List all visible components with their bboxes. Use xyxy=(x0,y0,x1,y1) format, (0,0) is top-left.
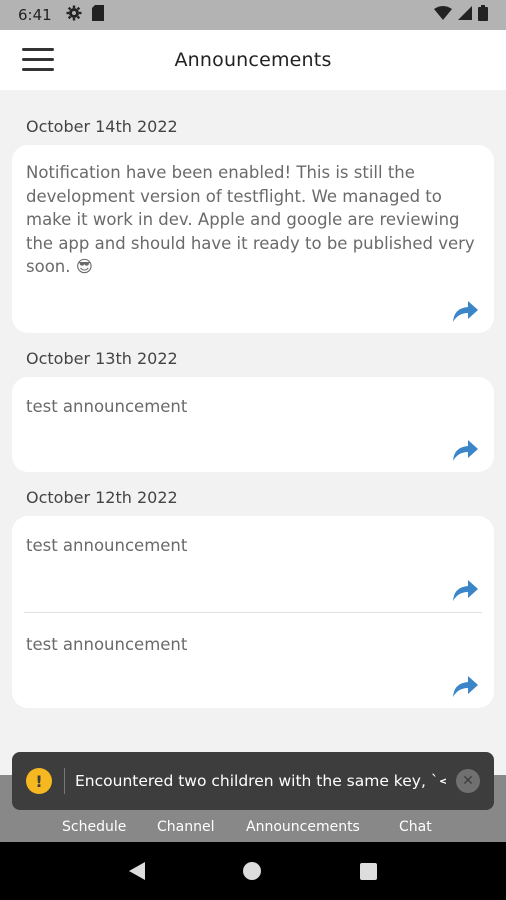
recent-apps-icon[interactable] xyxy=(359,862,377,880)
announcement-item: Notification have been enabled! This is … xyxy=(12,145,494,333)
sd-card-icon xyxy=(91,5,104,25)
gear-icon xyxy=(66,5,82,25)
app-header: Announcements xyxy=(0,30,506,90)
signal-icon xyxy=(458,6,472,24)
date-header: October 14th 2022 xyxy=(26,117,178,136)
wifi-icon xyxy=(434,6,452,24)
back-icon[interactable] xyxy=(129,862,146,880)
close-icon[interactable]: ✕ xyxy=(456,769,480,793)
tab-channel[interactable]: Channel xyxy=(157,819,214,835)
warning-toast[interactable]: ! Encountered two children with the same… xyxy=(12,752,494,810)
warning-icon: ! xyxy=(26,768,52,794)
page-title: Announcements xyxy=(174,49,332,71)
announcement-item: test announcement xyxy=(12,377,494,472)
share-icon[interactable] xyxy=(450,299,480,325)
toast-message: Encountered two children with the same k… xyxy=(75,772,446,790)
announcement-item: test announcement xyxy=(12,613,494,708)
hamburger-menu-icon[interactable] xyxy=(22,48,54,72)
announcements-list[interactable]: October 14th 2022 Notification have been… xyxy=(0,90,506,750)
android-nav-bar xyxy=(0,842,506,900)
toast-separator xyxy=(64,768,65,794)
home-icon[interactable] xyxy=(243,862,262,880)
announcement-card: test announcement test announcement xyxy=(12,516,494,708)
status-bar: 6:41 xyxy=(0,0,506,30)
announcement-text: test announcement xyxy=(26,536,188,555)
date-header: October 13th 2022 xyxy=(26,349,178,368)
tab-announcements[interactable]: Announcements xyxy=(246,819,360,835)
share-icon[interactable] xyxy=(450,578,480,604)
battery-icon xyxy=(478,5,488,25)
date-header: October 12th 2022 xyxy=(26,488,178,507)
announcement-item: test announcement xyxy=(12,516,494,612)
share-icon[interactable] xyxy=(450,438,480,464)
share-icon[interactable] xyxy=(450,674,480,700)
tab-schedule[interactable]: Schedule xyxy=(62,819,126,835)
announcement-text: test announcement xyxy=(26,635,188,654)
announcement-text: Notification have been enabled! This is … xyxy=(26,163,475,276)
tab-chat[interactable]: Chat xyxy=(399,819,432,835)
announcement-card: Notification have been enabled! This is … xyxy=(12,145,494,333)
status-time: 6:41 xyxy=(18,6,52,24)
announcement-card: test announcement xyxy=(12,377,494,472)
announcement-text: test announcement xyxy=(26,397,188,416)
